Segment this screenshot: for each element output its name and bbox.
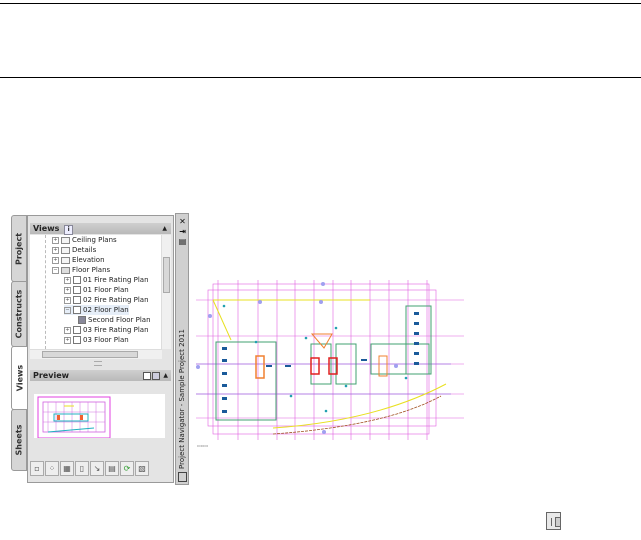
palette-icon (178, 472, 187, 482)
project-navigator-icon (546, 512, 561, 530)
clipboard-icon[interactable]: ▧ (135, 461, 149, 476)
scroll-thumb[interactable] (42, 351, 138, 358)
collapse-icon[interactable]: ▲ (162, 223, 167, 234)
expand-icon[interactable]: + (64, 276, 71, 284)
vertical-scrollbar[interactable] (161, 235, 171, 349)
collapse-icon[interactable]: ▲ (163, 370, 168, 381)
tree-item-label: 01 Fire Rating Plan (83, 276, 149, 284)
tree-item-label: Floor Plans (72, 266, 111, 274)
tree-item[interactable]: Second Floor Plan (78, 315, 151, 325)
tab-sheets[interactable]: Sheets (11, 409, 27, 471)
palette-title: Project Navigator - Sample Project 2011 (178, 329, 186, 469)
expand-icon[interactable]: + (52, 246, 59, 254)
view-icon (73, 296, 81, 304)
top-rule (0, 3, 641, 4)
tree-item-label: 03 Fire Rating Plan (83, 326, 149, 334)
tree-item-label: 02 Fire Rating Plan (83, 296, 149, 304)
preview-pane (30, 382, 171, 456)
model-space-view-icon (78, 316, 86, 324)
views-header: Views i ▲ (30, 223, 171, 235)
preview-toggle-icon[interactable] (143, 372, 151, 380)
expand-icon[interactable]: + (52, 256, 59, 264)
preview-header: Preview ▲ (30, 370, 171, 381)
view-icon (73, 306, 81, 314)
tree-item[interactable]: +03 Floor Plan (64, 335, 129, 345)
preview-image (34, 394, 165, 439)
tree-item-label: Ceiling Plans (72, 236, 117, 244)
expand-icon[interactable]: + (64, 336, 71, 344)
tree-item[interactable]: +01 Fire Rating Plan (64, 275, 149, 285)
tab-views[interactable]: Views (11, 346, 27, 410)
view-icon (73, 286, 81, 294)
tree-item[interactable]: +01 Floor Plan (64, 285, 129, 295)
folder-icon (61, 246, 70, 254)
tree-item-label: 02 Floor Plan (83, 306, 129, 314)
svg-text:▭▭▭: ▭▭▭ (197, 443, 209, 448)
folder-icon (61, 236, 70, 244)
tab-label: Views (15, 364, 24, 392)
reports-icon[interactable]: ▤ (105, 461, 119, 476)
add-view-icon[interactable]: ▫ (30, 461, 44, 476)
splitter-grip[interactable] (94, 361, 102, 366)
properties-menu-icon[interactable]: ▤ (178, 237, 187, 246)
collapse-icon[interactable]: − (52, 266, 59, 274)
refresh-icon[interactable]: ⟳ (120, 461, 134, 476)
expand-icon[interactable]: + (64, 296, 71, 304)
expand-icon[interactable]: + (52, 236, 59, 244)
expand-icon[interactable]: + (64, 326, 71, 334)
views-title: Views (33, 224, 60, 233)
horizontal-scrollbar[interactable] (30, 349, 162, 359)
floor-plan-drawing: ▭▭▭ (196, 280, 464, 448)
tab-label: Constructs (14, 289, 24, 339)
close-icon[interactable]: ✕ (178, 217, 187, 226)
preview-options-icon[interactable] (152, 372, 160, 380)
preview-title: Preview (33, 371, 70, 380)
view-icon (73, 336, 81, 344)
tree-item-label: Details (72, 246, 97, 254)
project-navigator-palette: Project Constructs Views Sheets Views i … (11, 213, 189, 485)
view-icon (73, 276, 81, 284)
tree-item[interactable]: − Floor Plans (52, 265, 110, 275)
collapse-icon[interactable]: − (64, 306, 71, 314)
palette-body: Views i ▲ + Ceiling Plans + Details + Eleva… (27, 215, 174, 483)
properties-icon[interactable]: ▦ (60, 461, 74, 476)
tree-item-label: 01 Floor Plan (83, 286, 129, 294)
views-tree: + Ceiling Plans + Details + Elevation − Floo… (30, 235, 171, 349)
open-folder-icon (61, 266, 70, 274)
tab-project[interactable]: Project (11, 215, 27, 282)
tree-item[interactable]: + Ceiling Plans (52, 235, 117, 245)
view-icon (73, 326, 81, 334)
separator-rule (0, 77, 641, 78)
info-badge[interactable]: i (64, 225, 74, 235)
tab-constructs[interactable]: Constructs (11, 281, 27, 347)
expand-icon[interactable]: + (64, 286, 71, 294)
tree-item-selected[interactable]: − 02 Floor Plan (64, 305, 129, 315)
navigator-toolbar: ▫ ⁘ ▦ ▯ ↘ ▤ ⟳ ▧ (30, 461, 149, 476)
scroll-thumb[interactable] (163, 257, 170, 293)
delete-icon[interactable]: ▯ (75, 461, 89, 476)
repath-icon[interactable]: ↘ (90, 461, 104, 476)
tree-item[interactable]: + Elevation (52, 255, 105, 265)
folder-icon (61, 256, 70, 264)
tree-item-label: Second Floor Plan (88, 316, 151, 324)
tree-item[interactable]: + Details (52, 245, 96, 255)
tree-item[interactable]: +03 Fire Rating Plan (64, 325, 149, 335)
auto-hide-icon[interactable]: ⇥ (178, 227, 187, 236)
tree-item-label: Elevation (72, 256, 105, 264)
tree-item[interactable]: +02 Fire Rating Plan (64, 295, 149, 305)
tab-label: Sheets (14, 424, 24, 456)
tree-item-label: 03 Floor Plan (83, 336, 129, 344)
tab-label: Project (14, 232, 24, 265)
palette-title-bar[interactable]: ✕ ⇥ ▤ Project Navigator - Sample Project… (175, 213, 189, 485)
add-model-space-view-icon[interactable]: ⁘ (45, 461, 59, 476)
